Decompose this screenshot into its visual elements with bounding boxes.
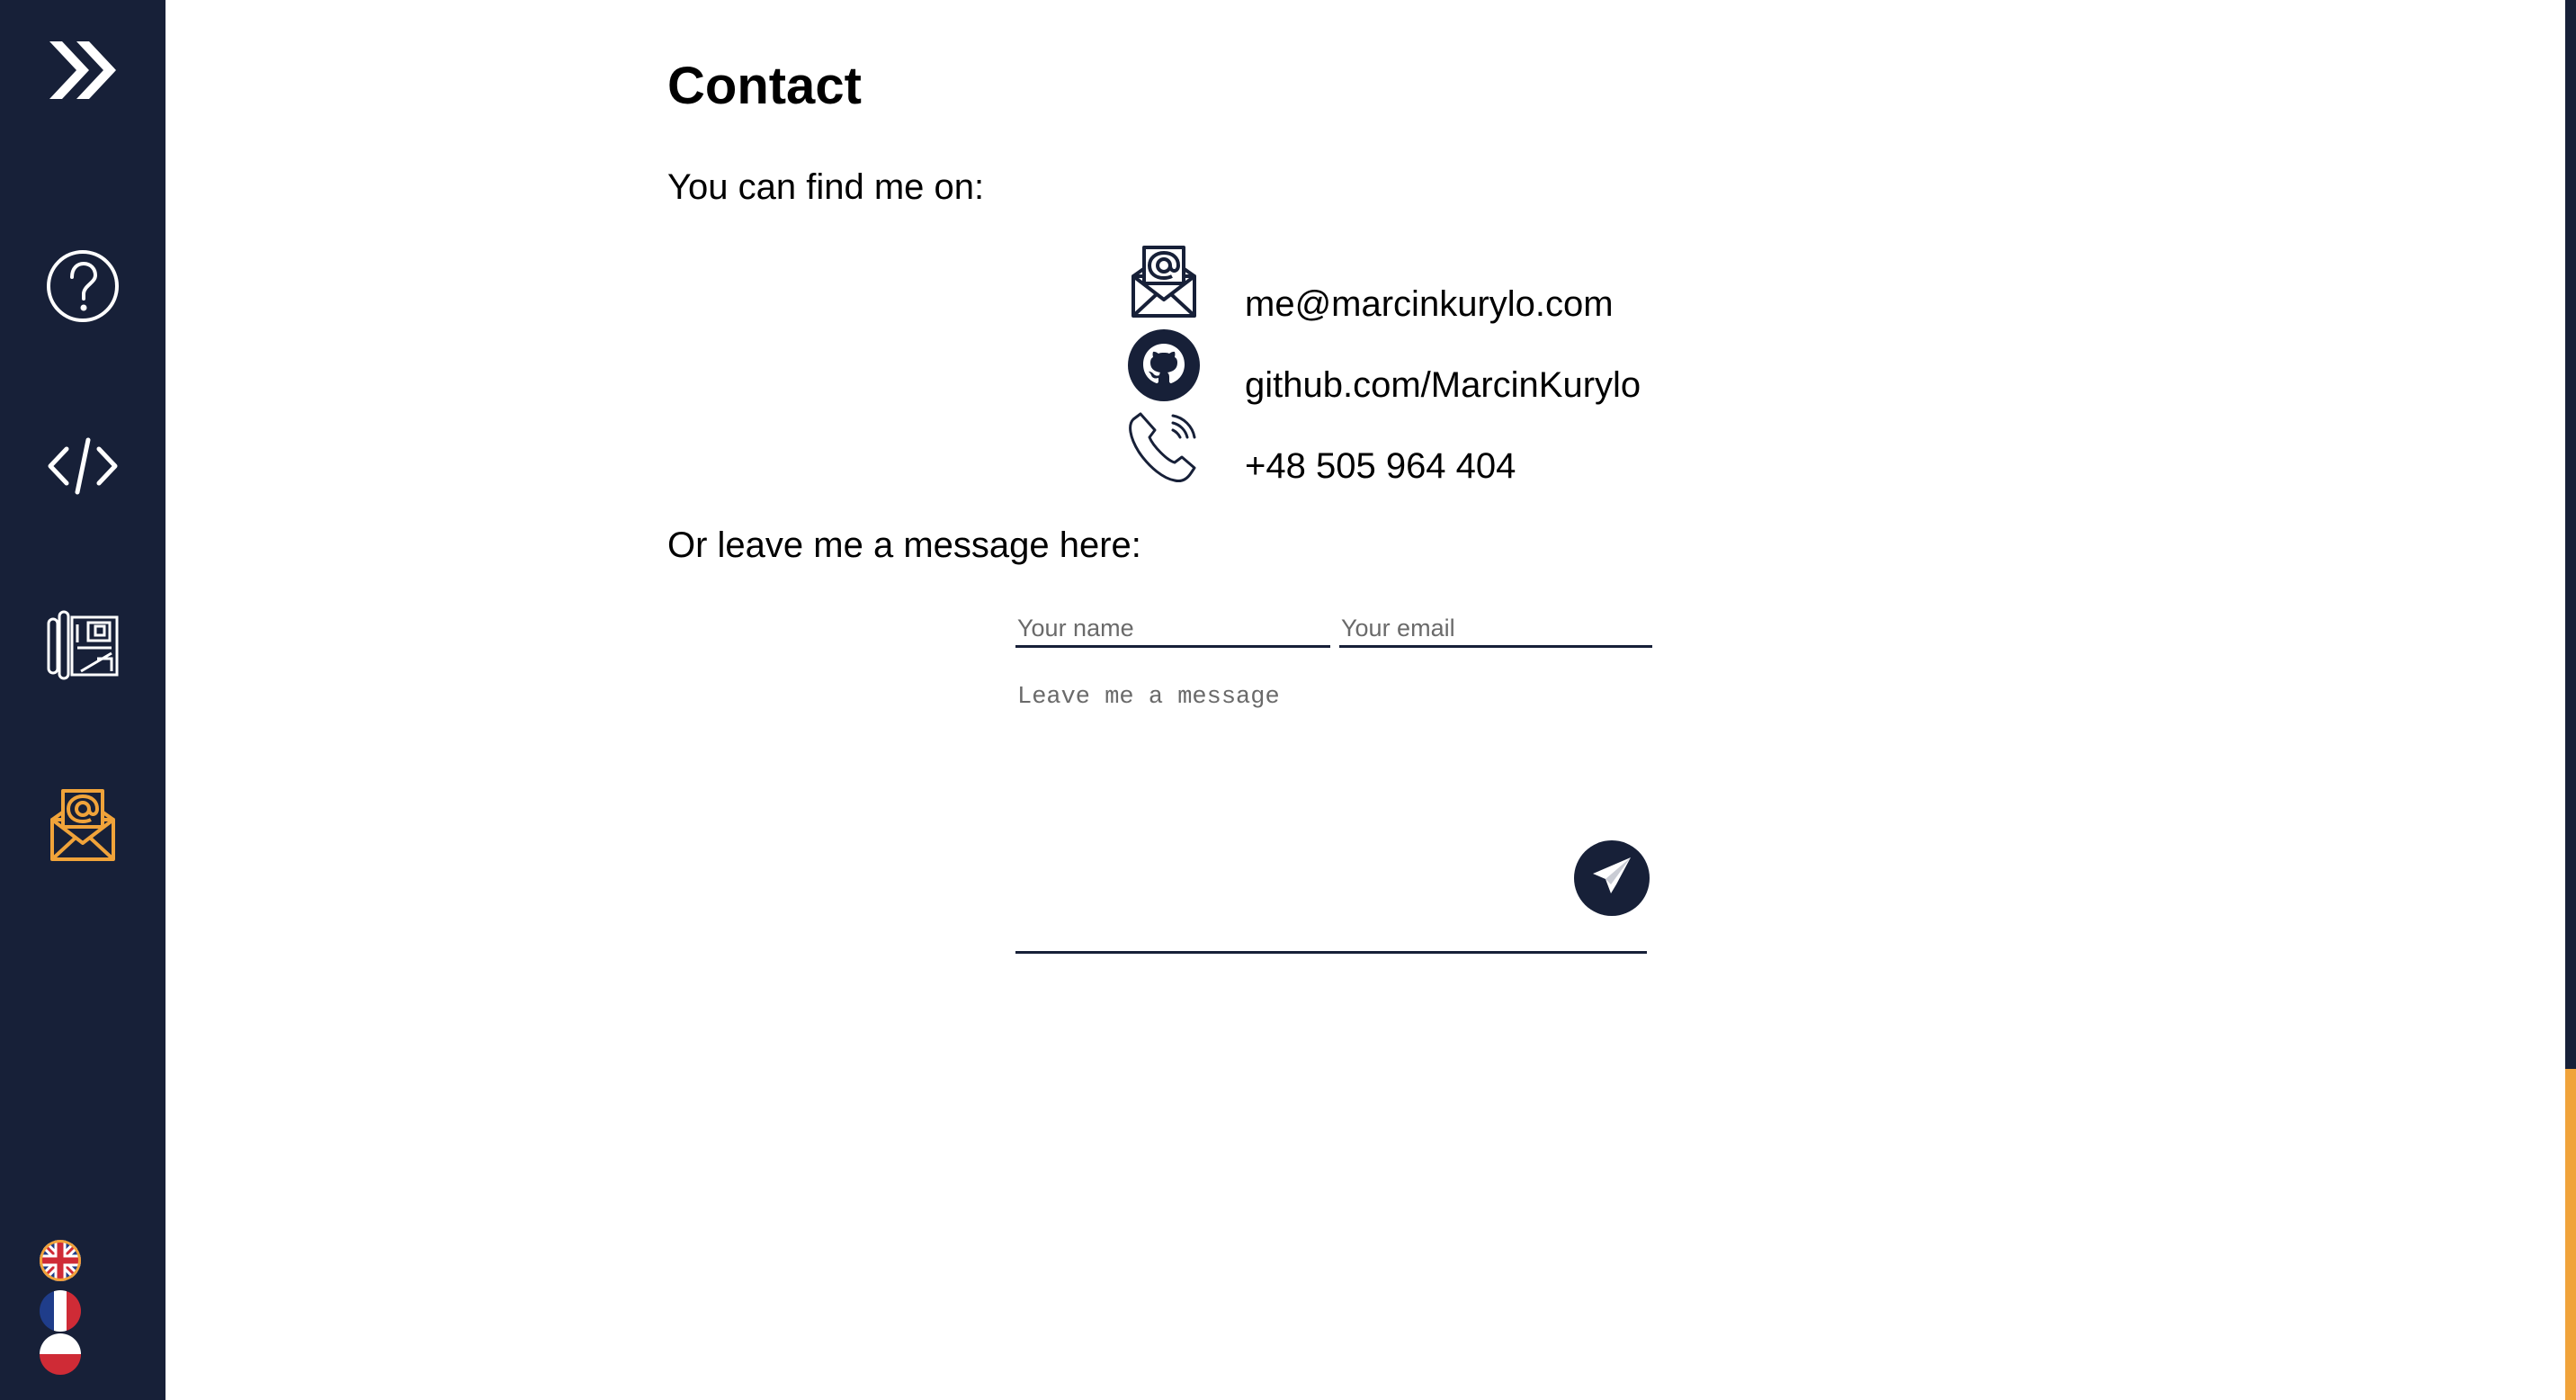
find-me-text: You can find me on: (667, 167, 985, 207)
page-title: Contact (667, 57, 862, 115)
language-fr[interactable] (40, 1290, 81, 1332)
github-link[interactable]: github.com/MarcinKurylo (1245, 365, 1641, 406)
blueprint-icon (45, 608, 121, 684)
github-icon (1126, 328, 1202, 403)
phone-link[interactable]: +48 505 964 404 (1245, 446, 1516, 487)
message-textarea[interactable] (1015, 677, 1647, 954)
code-icon (45, 435, 121, 498)
name-input[interactable] (1015, 614, 1330, 648)
sidebar-item-about[interactable] (0, 232, 165, 340)
sidebar (0, 0, 165, 1400)
uk-flag-icon (40, 1240, 81, 1281)
sidebar-item-contact[interactable] (0, 772, 165, 880)
envelope-at-icon (49, 789, 117, 863)
sidebar-item-skills[interactable] (0, 412, 165, 520)
language-pl[interactable] (40, 1333, 81, 1375)
phone-icon (1126, 408, 1202, 484)
envelope-at-icon (1126, 245, 1202, 320)
sidebar-item-home[interactable] (0, 16, 165, 124)
leave-message-text: Or leave me a message here: (667, 525, 1141, 565)
send-button[interactable] (1574, 840, 1650, 916)
france-flag-icon (40, 1290, 81, 1332)
question-circle-icon (45, 248, 121, 324)
paper-plane-icon (1589, 854, 1634, 903)
language-en[interactable] (40, 1240, 81, 1281)
email-input[interactable] (1339, 614, 1652, 648)
double-chevron-right-icon (46, 36, 120, 104)
poland-flag-icon (40, 1333, 81, 1375)
email-link[interactable]: me@marcinkurylo.com (1245, 284, 1614, 325)
sidebar-item-projects[interactable] (0, 592, 165, 700)
scrollbar-thumb[interactable] (2565, 1069, 2576, 1400)
